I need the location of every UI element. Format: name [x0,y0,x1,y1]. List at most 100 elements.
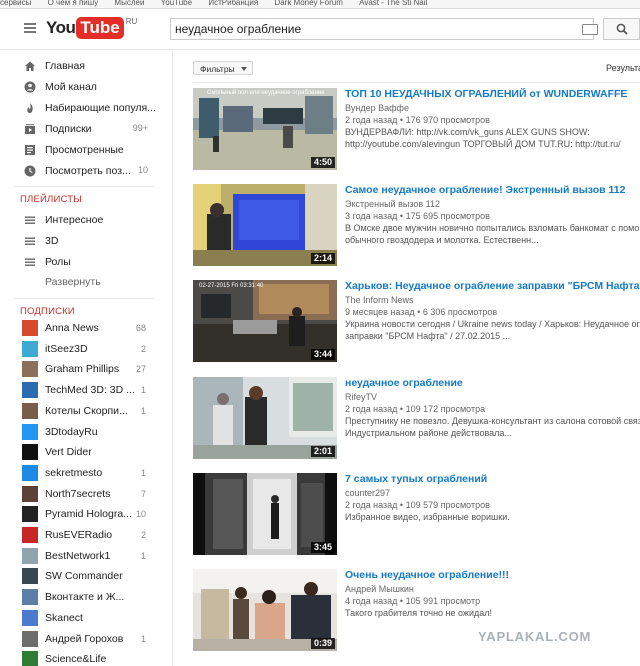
subscriptions-title[interactable]: ПОДПИСКИ [20,306,75,317]
video-title[interactable]: Очень неудачное ограбление!!! [345,569,640,582]
sidebar-subscription[interactable]: Graham Phillips 27 [0,359,172,379]
sidebar-item-label: TechMed 3D: 3D ... [45,384,135,397]
sidebar-item-count: 1 [140,405,146,416]
menu-icon[interactable] [24,23,36,33]
video-title[interactable]: Самое неудачное ограбление! Экстренный в… [345,184,640,197]
video-duration: 0:39 [310,638,335,649]
video-views: 109 172 просмотра [405,404,486,414]
sidebar-item-label: Набирающие популя... [45,102,156,114]
sidebar-subscription[interactable]: 3DtodayRu [0,422,172,442]
sidebar-subscription[interactable]: Skanect [0,608,172,628]
video-thumbnail[interactable]: 2:01 [193,377,337,459]
sidebar-subscription[interactable]: sekretmesto 1 [0,463,172,483]
sidebar-item-count: 2 [140,530,146,540]
video-title[interactable]: Харьков: Неудачное ограбление заправки "… [345,280,640,293]
subscriptions-icon [25,124,35,134]
sidebar-subscription[interactable]: Vert Dider [0,442,172,462]
video-channel[interactable]: RifeyTV [345,391,640,403]
video-description: Украина новости сегодня / Ukraine news t… [345,319,640,329]
sidebar-item-label: sekretmesto [45,466,103,479]
sidebar-item-count: 10 [137,165,148,175]
video-title[interactable]: неудачное ограбление [345,377,640,390]
filters-button[interactable]: Фильтры [193,61,253,75]
sidebar-item-trending[interactable]: Набирающие популя... [0,98,172,118]
video-result[interactable]: Смольный пол или неудачное ограбление 4:… [193,88,640,172]
video-views: 175 695 просмотров [405,211,490,221]
sidebar-subscription[interactable]: TechMed 3D: 3D ... 1 [0,380,172,400]
youtube-logo[interactable]: You Tube RU [46,17,137,39]
sidebar-item-subscriptions[interactable]: Подписки 99+ [0,119,172,139]
bookmark[interactable]: сервисы [0,0,31,7]
sidebar-item-label: itSeez3D [45,342,88,355]
sidebar-divider [14,298,154,299]
video-thumbnail[interactable]: 02-27-2015 Fri 03:31:40 3:44 [193,280,337,362]
channel-avatar [22,506,38,523]
bookmark[interactable]: Мыслей [114,0,144,7]
video-channel[interactable]: Андрей Мышкин [345,583,640,595]
sidebar-item-label: Graham Phillips [45,363,120,376]
video-result[interactable]: 3:45 7 самых тупых ограблений counter297… [193,473,640,557]
sidebar-item-count: 68 [135,323,146,333]
playlists-title[interactable]: ПЛЕЙЛИСТЫ [20,194,82,205]
keyboard-icon[interactable] [582,24,598,35]
video-thumbnail[interactable]: Смольный пол или неудачное ограбление 4:… [193,88,337,170]
sidebar-item-home[interactable]: Главная [0,56,172,76]
sidebar-playlist[interactable]: Интересное [0,210,172,230]
video-thumbnail[interactable]: 2:14 [193,184,337,266]
sidebar-playlist[interactable]: Ролы [0,252,172,272]
search-input[interactable]: неудачное ограбление [170,18,594,40]
video-views: 176 970 просмотров [405,115,490,125]
video-result[interactable]: 02-27-2015 Fri 03:31:40 3:44 Харьков: Не… [193,280,640,364]
channel-avatar [22,340,38,357]
sidebar-item-label: Pyramid Hologra... [45,508,132,521]
expand-link[interactable]: Развернуть [45,276,101,288]
sidebar-subscription[interactable]: North7secrets 7 [0,484,172,504]
playlist-icon [25,258,35,266]
video-result[interactable]: 2:14 Самое неудачное ограбление! Экстрен… [193,184,640,268]
bookmark[interactable]: YouTube [161,0,192,7]
sidebar-item-label: Подписки [45,123,92,135]
video-stats: 2 года назад • 176 970 просмотров [345,115,490,125]
search-button[interactable] [603,18,640,40]
sidebar-subscription[interactable]: Science&Life [0,649,172,666]
bookmark[interactable]: ИстРибанция [208,0,258,7]
sidebar-subscription[interactable]: itSeez3D 2 [0,339,172,359]
video-title[interactable]: ТОП 10 НЕУДАЧНЫХ ОГРАБЛЕНИЙ от WUNDERWAF… [345,88,640,101]
video-meta: ТОП 10 НЕУДАЧНЫХ ОГРАБЛЕНИЙ от WUNDERWAF… [345,88,640,150]
sidebar-item-my-channel[interactable]: Мой канал [0,77,172,97]
logo-region: RU [125,17,138,26]
sidebar-subscription[interactable]: Вконтакте и Ж... [0,587,172,607]
clock-icon [24,165,36,177]
sidebar-playlist[interactable]: 3D [0,231,172,251]
sidebar-item-label: Anna News [45,322,99,334]
video-channel[interactable]: Экстренный вызов 112 [345,198,640,210]
video-duration: 3:44 [310,349,335,360]
search-results: Фильтры Результаты Смольный пол или неуд… [173,50,640,666]
video-age: 4 года назад [345,596,398,606]
video-channel[interactable]: The Inform News [345,294,640,306]
video-title[interactable]: 7 самых тупых ограблений [345,473,640,486]
sidebar-subscription[interactable]: Anna News 68 [0,318,172,338]
bookmark[interactable]: Dark Money Forum [274,0,342,7]
video-channel[interactable]: Вундер Ваффе [345,102,640,114]
sidebar-item-history[interactable]: Просмотренные [0,140,172,160]
sidebar-subscription[interactable]: RusEVERadio 2 [0,525,172,545]
video-views: 105 991 просмотр [405,596,481,606]
sidebar-subscription[interactable]: Котелы Скорпи... 1 [0,401,172,421]
sidebar-subscription[interactable]: Pyramid Hologra... 10 [0,504,172,524]
sidebar-subscription[interactable]: Андрей Горохов 1 [0,629,172,649]
video-thumbnail[interactable]: 0:39 [193,569,337,651]
sidebar-subscription[interactable]: BestNetwork1 1 [0,546,172,566]
video-description: Преступнику не повезло. Девушка-консульт… [345,416,640,426]
video-channel[interactable]: counter297 [345,487,640,499]
sidebar-item-watch-later[interactable]: Посмотреть поз... 10 [0,161,172,181]
video-meta: Очень неудачное ограбление!!! Андрей Мыш… [345,569,640,619]
bookmark[interactable]: Avast - The Sti Nail [359,0,427,7]
video-thumbnail[interactable]: 3:45 [193,473,337,555]
video-description: ВУНДЕРВАФЛИ: http://vk.com/vk_guns ALEX … [345,127,590,137]
bookmark[interactable]: О чём я пишу [48,0,99,7]
masthead: You Tube RU неудачное ограбление [0,9,640,50]
sidebar-subscription[interactable]: SW Commander [0,566,172,586]
video-result[interactable]: 2:01 неудачное ограбление RifeyTV 2 года… [193,377,640,461]
channel-avatar [22,547,38,564]
